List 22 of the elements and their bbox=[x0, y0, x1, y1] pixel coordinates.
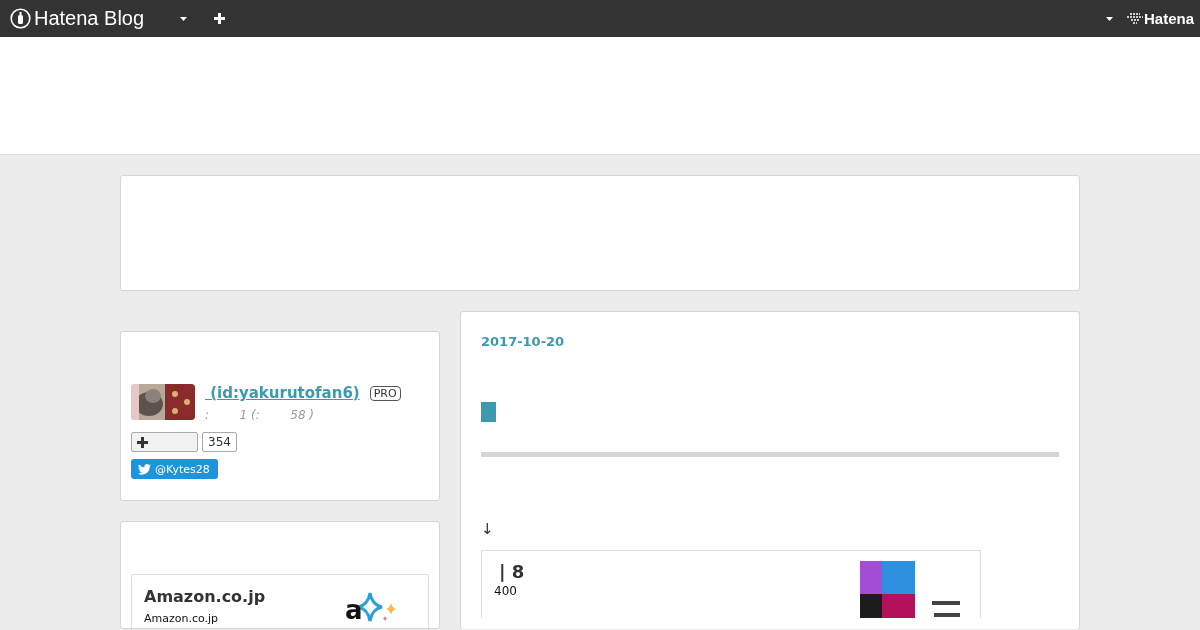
logo-icon bbox=[10, 8, 31, 29]
amazon-subtitle: Amazon.co.jp bbox=[144, 612, 220, 625]
embed-title: | 8 bbox=[498, 561, 525, 582]
bookmark-button[interactable] bbox=[131, 432, 198, 452]
pro-badge: PRO bbox=[369, 385, 401, 401]
amazon-title: Amazon.co.jp bbox=[144, 587, 266, 606]
brand-text[interactable]: Hatena bbox=[1143, 10, 1194, 27]
caret-icon[interactable] bbox=[1105, 16, 1113, 21]
caret-icon[interactable] bbox=[180, 16, 188, 21]
bird-icon bbox=[138, 463, 151, 475]
plus-icon[interactable] bbox=[214, 13, 226, 24]
arrow-text: ↓ bbox=[481, 520, 494, 538]
bookmark-count[interactable]: 354 bbox=[202, 432, 237, 452]
logo-icon bbox=[1126, 12, 1143, 25]
stats-text: : 1 (: 58 ) bbox=[205, 408, 315, 422]
heading-marker bbox=[481, 402, 496, 422]
amazon-logo-text: a bbox=[345, 597, 363, 623]
logo-text[interactable]: Hatena Blog bbox=[34, 7, 145, 30]
plus-icon bbox=[137, 436, 148, 448]
embed-card[interactable]: | 8 400 bbox=[481, 550, 981, 618]
amazon-box[interactable]: Amazon.co.jp Amazon.co.jp a bbox=[131, 574, 429, 630]
embed-subtitle: 400 bbox=[494, 584, 518, 598]
